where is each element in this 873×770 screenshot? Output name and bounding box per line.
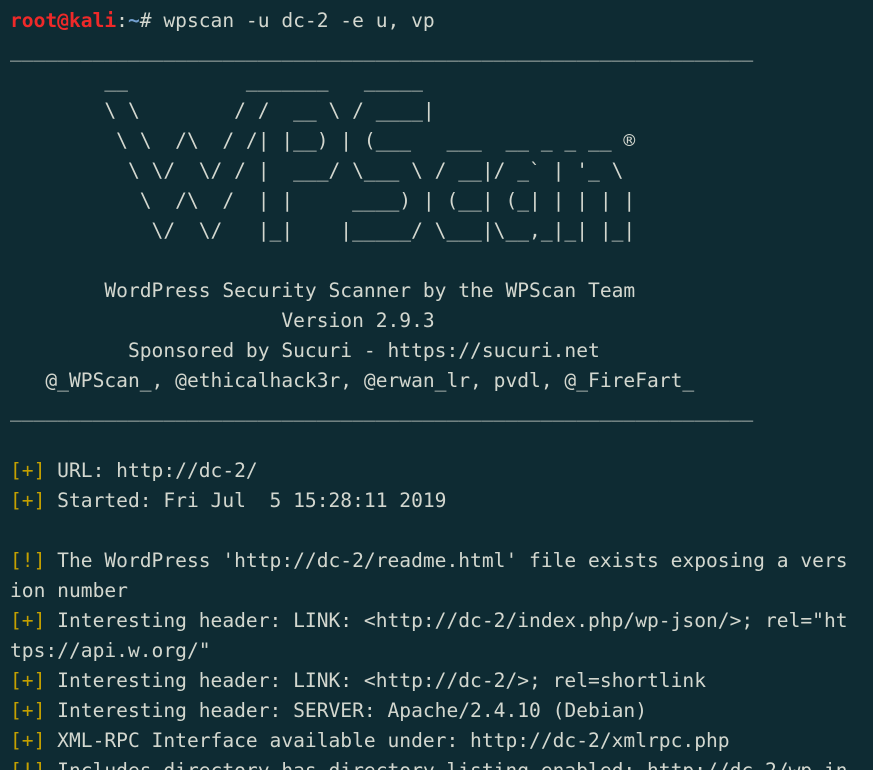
result-text: URL: http://dc-2/ <box>45 459 258 482</box>
finding-text: ion number <box>10 579 128 602</box>
prompt-user-host: root@kali <box>10 9 117 32</box>
separator-rule-top: ________________________________________… <box>10 39 754 62</box>
finding-line: ion number <box>10 576 873 606</box>
finding-line: [+] Interesting header: LINK: <http://dc… <box>10 606 873 636</box>
finding-text: Interesting header: LINK: <http://dc-2/i… <box>45 609 848 632</box>
prompt-path: ~ <box>127 9 140 32</box>
credits-version: Version 2.9.3 <box>10 309 435 332</box>
credits-sponsor: Sponsored by Sucuri - https://sucuri.net <box>10 339 600 362</box>
finding-text: Interesting header: LINK: <http://dc-2/>… <box>45 669 706 692</box>
terminal-window[interactable]: root@kali:~# wpscan -u dc-2 -e u, vp ___… <box>0 0 873 770</box>
status-tag: [+] <box>10 609 46 632</box>
status-tag: [+] <box>10 729 46 752</box>
result-text: Started: Fri Jul 5 15:28:11 2019 <box>45 489 447 512</box>
finding-line: [+] Interesting header: LINK: <http://dc… <box>10 666 873 696</box>
finding-text: The WordPress 'http://dc-2/readme.html' … <box>45 549 848 572</box>
finding-line: [+] Interesting header: SERVER: Apache/2… <box>10 696 873 726</box>
finding-line: [+] XML-RPC Interface available under: h… <box>10 726 873 756</box>
status-tag: [!] <box>10 759 45 770</box>
status-tag: [+] <box>10 699 46 722</box>
result-line: [+] Started: Fri Jul 5 15:28:11 2019 <box>10 486 873 516</box>
finding-text: Interesting header: SERVER: Apache/2.4.1… <box>45 699 648 722</box>
finding-text: tps://api.w.org/" <box>10 639 211 662</box>
status-tag: [!] <box>10 549 46 572</box>
prompt-symbol: # <box>139 9 164 32</box>
finding-line: [!] The WordPress 'http://dc-2/readme.ht… <box>10 546 873 576</box>
finding-line: tps://api.w.org/" <box>10 636 873 666</box>
credits-authors: @_WPScan_, @ethicalhack3r, @erwan_lr, pv… <box>10 369 695 392</box>
separator-rule-bottom: ________________________________________… <box>10 399 754 422</box>
command-text: wpscan -u dc-2 -e u, vp <box>163 9 435 32</box>
finding-line: [!] Includes directory has directory lis… <box>10 756 873 770</box>
finding-text: Includes directory has directory listing… <box>45 759 847 770</box>
result-line: [+] URL: http://dc-2/ <box>10 456 873 486</box>
wpscan-ascii-logo: __ _______ _____ \ \ / / __ \ / ____| \ … <box>104 69 636 242</box>
command-prompt-line: root@kali:~# wpscan -u dc-2 -e u, vp <box>10 6 873 36</box>
status-tag: [+] <box>10 459 46 482</box>
prompt-colon: : <box>116 9 128 32</box>
finding-text: XML-RPC Interface available under: http:… <box>45 729 730 752</box>
status-tag: [+] <box>10 489 46 512</box>
status-tag: [+] <box>10 669 46 692</box>
credits-title: WordPress Security Scanner by the WPScan… <box>10 279 636 302</box>
